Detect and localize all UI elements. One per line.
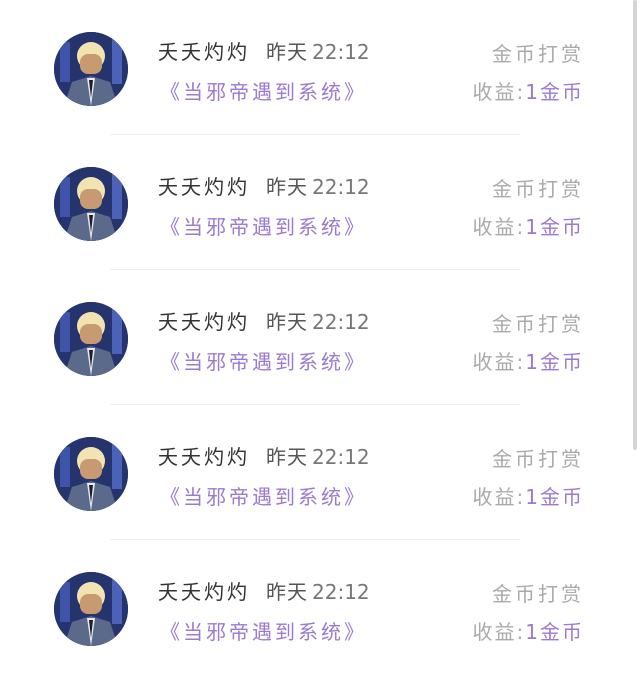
reward-type: 金币打赏 — [492, 312, 584, 336]
income: 收益:1金币 — [473, 211, 584, 240]
avatar[interactable] — [54, 167, 128, 241]
book-title[interactable]: 《当邪帝遇到系统》 — [160, 616, 367, 645]
list-item[interactable]: 夭夭灼灼 昨天 22:12 《当邪帝遇到系统》 金币打赏 收益:1金币 — [0, 405, 640, 540]
income: 收益:1金币 — [473, 481, 584, 510]
reward-type: 金币打赏 — [492, 582, 584, 606]
reward-meta: 夭夭灼灼 昨天 22:12 — [158, 36, 370, 65]
reward-list: 夭夭灼灼 昨天 22:12 《当邪帝遇到系统》 金币打赏 收益:1金币 夭夭灼灼 昨天… — [0, 0, 640, 675]
income-value: 1金币 — [525, 620, 584, 644]
income-label: 收益: — [472, 620, 526, 644]
reward-type: 金币打赏 — [492, 177, 584, 201]
timestamp: 昨天 22:12 — [266, 580, 370, 604]
reward-type: 金币打赏 — [492, 447, 584, 471]
reward-type: 金币打赏 — [492, 42, 584, 66]
username[interactable]: 夭夭灼灼 — [158, 310, 250, 334]
list-item[interactable]: 夭夭灼灼 昨天 22:12 《当邪帝遇到系统》 金币打赏 收益:1金币 — [0, 0, 640, 135]
list-item[interactable]: 夭夭灼灼 昨天 22:12 《当邪帝遇到系统》 金币打赏 收益:1金币 — [0, 540, 640, 675]
list-item[interactable]: 夭夭灼灼 昨天 22:12 《当邪帝遇到系统》 金币打赏 收益:1金币 — [0, 135, 640, 270]
username[interactable]: 夭夭灼灼 — [158, 175, 250, 199]
username[interactable]: 夭夭灼灼 — [158, 40, 250, 64]
income-value: 1金币 — [525, 215, 584, 239]
avatar[interactable] — [54, 437, 128, 511]
timestamp: 昨天 22:12 — [266, 175, 370, 199]
book-title[interactable]: 《当邪帝遇到系统》 — [160, 211, 367, 240]
income: 收益:1金币 — [473, 76, 584, 105]
avatar[interactable] — [54, 32, 128, 106]
reward-meta: 夭夭灼灼 昨天 22:12 — [158, 171, 370, 200]
book-title[interactable]: 《当邪帝遇到系统》 — [160, 481, 367, 510]
income-value: 1金币 — [525, 350, 584, 374]
reward-meta: 夭夭灼灼 昨天 22:12 — [158, 576, 370, 605]
income-value: 1金币 — [525, 80, 584, 104]
income-label: 收益: — [472, 350, 526, 374]
income-label: 收益: — [472, 485, 526, 509]
book-title[interactable]: 《当邪帝遇到系统》 — [160, 346, 367, 375]
scrollbar[interactable] — [633, 0, 637, 450]
timestamp: 昨天 22:12 — [266, 310, 370, 334]
timestamp: 昨天 22:12 — [266, 40, 370, 64]
avatar[interactable] — [54, 302, 128, 376]
income: 收益:1金币 — [473, 616, 584, 645]
income-value: 1金币 — [525, 485, 584, 509]
reward-meta: 夭夭灼灼 昨天 22:12 — [158, 306, 370, 335]
list-item[interactable]: 夭夭灼灼 昨天 22:12 《当邪帝遇到系统》 金币打赏 收益:1金币 — [0, 270, 640, 405]
timestamp: 昨天 22:12 — [266, 445, 370, 469]
username[interactable]: 夭夭灼灼 — [158, 445, 250, 469]
income-label: 收益: — [472, 80, 526, 104]
avatar[interactable] — [54, 572, 128, 646]
username[interactable]: 夭夭灼灼 — [158, 580, 250, 604]
income: 收益:1金币 — [473, 346, 584, 375]
income-label: 收益: — [472, 215, 526, 239]
reward-meta: 夭夭灼灼 昨天 22:12 — [158, 441, 370, 470]
book-title[interactable]: 《当邪帝遇到系统》 — [160, 76, 367, 105]
